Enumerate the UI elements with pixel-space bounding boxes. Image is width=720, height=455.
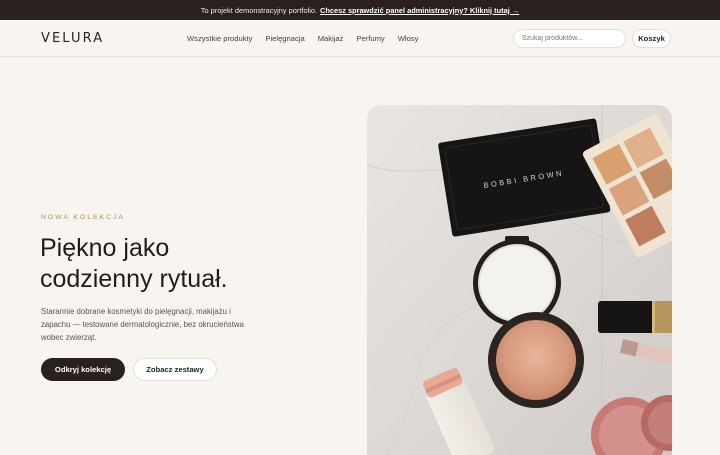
- hero-eyebrow: NOWA KOLEKCJA: [41, 214, 125, 221]
- discover-collection-button[interactable]: Odkryj kolekcję: [41, 358, 125, 381]
- view-sets-button[interactable]: Zobacz zestawy: [133, 358, 217, 381]
- hero-headline: Piękno jako codzienny rytuał.: [40, 233, 340, 295]
- nav-item-all-products[interactable]: Wszystkie produkty: [187, 34, 252, 43]
- cosmetics-flatlay-image: BOBBI BROWN: [367, 105, 672, 455]
- brand-logo[interactable]: VELURA: [41, 31, 104, 46]
- nav-item-hair[interactable]: Włosy: [398, 34, 419, 43]
- hero-headline-line2: codzienny rytuał.: [40, 265, 228, 293]
- admin-panel-link[interactable]: Chcesz sprawdzić panel administracyjny? …: [320, 6, 519, 15]
- category-menu: Wszystkie produkty Pielęgnacja Makijaż P…: [187, 34, 418, 43]
- hero-description: Starannie dobrane kosmetyki do pielęgnac…: [41, 307, 244, 342]
- cart-button[interactable]: Koszyk: [632, 29, 671, 48]
- nav-item-makeup[interactable]: Makijaż: [318, 34, 344, 43]
- main-navigation: VELURA Wszystkie produkty Pielęgnacja Ma…: [0, 20, 720, 57]
- hero-product-image: BOBBI BROWN: [367, 105, 672, 455]
- promo-text: To projekt demonstracyjny portfolio.: [200, 5, 318, 15]
- hero-headline-line1: Piękno jako: [40, 234, 170, 262]
- nav-item-perfumes[interactable]: Perfumy: [356, 34, 384, 43]
- search-input[interactable]: [513, 29, 626, 48]
- promo-bar: To projekt demonstracyjny portfolio. Chc…: [0, 0, 720, 20]
- nav-item-skincare[interactable]: Pielęgnacja: [265, 34, 304, 43]
